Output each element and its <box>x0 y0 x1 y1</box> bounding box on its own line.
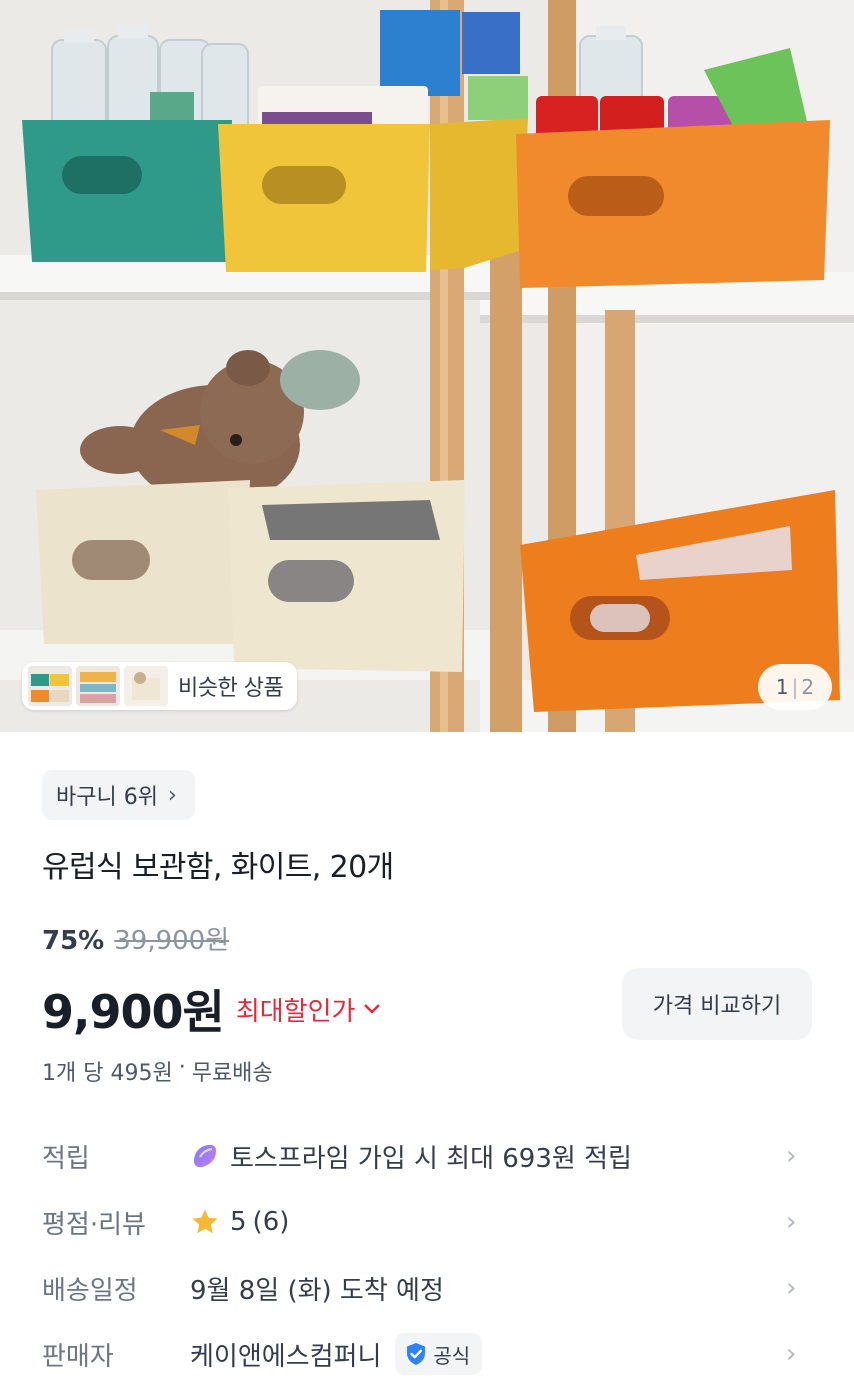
max-discount-label: 최대할인가 <box>235 996 356 1027</box>
delivery-label: 배송일정 <box>42 1275 138 1306</box>
similar-thumbnail <box>76 666 120 706</box>
discount-rate: 75% <box>42 926 105 956</box>
price-row: 9,900원 최대할인가 <box>42 976 381 1042</box>
page-separator: | <box>791 675 799 699</box>
unit-price: 1개 당 495원 <box>42 1061 173 1086</box>
similar-thumbnails <box>28 666 168 706</box>
chevron-right-icon: › <box>786 1207 797 1237</box>
seller-label: 판매자 <box>42 1341 114 1372</box>
official-badge-label: 공식 <box>433 1343 471 1368</box>
official-badge: 공식 <box>395 1333 483 1375</box>
sale-price: 9,900원 <box>42 985 225 1039</box>
chevron-right-icon: › <box>167 782 177 808</box>
discount-row: 75% 39,900원 <box>42 920 229 957</box>
unit-price-row: 1개 당 495원 · 무료배송 <box>42 1055 273 1087</box>
rating-label: 평점·리뷰 <box>42 1209 146 1240</box>
compare-price-button[interactable]: 가격 비교하기 <box>622 968 812 1040</box>
shipping-info: 무료배송 <box>191 1061 273 1086</box>
chevron-down-icon <box>364 1004 381 1014</box>
similar-thumbnail <box>28 666 72 706</box>
product-title: 유럽식 보관함, 화이트, 20개 <box>42 850 394 885</box>
chevron-right-icon: › <box>786 1339 797 1369</box>
seller-name: 케이앤에스컴퍼니 <box>190 1341 382 1372</box>
similar-thumbnail <box>124 666 168 706</box>
current-page: 1 <box>775 675 789 699</box>
toss-prime-icon <box>193 1144 216 1168</box>
delivery-value: 9월 8일 (화) 도착 예정 <box>190 1275 444 1306</box>
rank-label: 바구니 6위 <box>56 785 158 810</box>
original-price: 39,900원 <box>114 926 230 956</box>
chevron-right-icon: › <box>786 1273 797 1303</box>
rating-row[interactable]: 평점·리뷰 5 (6) › <box>0 1192 854 1252</box>
points-value-wrap: 토스프라임 가입 시 최대 693원 적립 <box>190 1138 632 1175</box>
chevron-right-icon: › <box>786 1141 797 1171</box>
seller-row[interactable]: 판매자 케이앤에스컴퍼니 공식 › <box>0 1324 854 1384</box>
total-pages: 2 <box>801 675 815 699</box>
delivery-row[interactable]: 배송일정 9월 8일 (화) 도착 예정 › <box>0 1258 854 1318</box>
rating-value-wrap: 5 (6) <box>190 1207 289 1237</box>
points-value: 토스프라임 가입 시 최대 693원 적립 <box>230 1143 632 1174</box>
points-row[interactable]: 적립 토스프라임 가입 시 최대 693원 적립 › <box>0 1126 854 1186</box>
max-discount-toggle[interactable]: 최대할인가 <box>236 991 382 1028</box>
rating-score: 5 <box>230 1207 247 1237</box>
similar-products-label: 비슷한 상품 <box>178 676 284 701</box>
review-count: (6) <box>252 1207 290 1237</box>
star-icon <box>192 1209 218 1234</box>
similar-products-button[interactable]: 비슷한 상품 <box>22 662 298 710</box>
product-image-carousel[interactable]: 비슷한 상품 1 | 2 <box>0 0 854 732</box>
points-label: 적립 <box>42 1143 90 1174</box>
image-page-counter: 1 | 2 <box>758 664 832 710</box>
product-photo <box>0 0 854 732</box>
shield-check-icon <box>407 1343 426 1365</box>
separator-dot: · <box>178 1055 186 1080</box>
category-rank-chip[interactable]: 바구니 6위 › <box>42 770 195 820</box>
seller-value-wrap: 케이앤에스컴퍼니 공식 <box>190 1333 483 1375</box>
